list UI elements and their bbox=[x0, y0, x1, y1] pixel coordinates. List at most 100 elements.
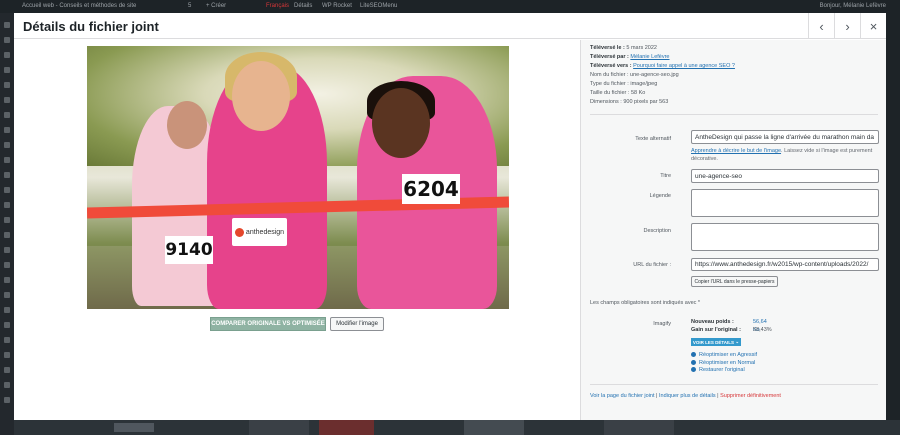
optimize-icon bbox=[691, 359, 696, 365]
bg-thumb bbox=[604, 420, 674, 435]
menu-icon[interactable] bbox=[4, 337, 10, 343]
menu-icon[interactable] bbox=[4, 217, 10, 223]
file-details: Téléversé le : 5 mars 2022 Téléversé par… bbox=[590, 44, 735, 107]
admin-lang-link[interactable]: Français bbox=[266, 3, 289, 9]
menu-icon[interactable] bbox=[4, 52, 10, 58]
menu-icon[interactable] bbox=[4, 397, 10, 403]
menu-icon[interactable] bbox=[4, 22, 10, 28]
alt-text-input[interactable]: AntheDesign qui passe la ligne d'arrivée… bbox=[691, 130, 879, 144]
admin-lm-link[interactable]: LiteSEOMenu bbox=[360, 3, 397, 9]
logo-text: anthedesign bbox=[245, 228, 285, 236]
close-button[interactable]: × bbox=[860, 13, 886, 39]
attachment-details-modal: Détails du fichier joint ‹ › × 9140 6204… bbox=[14, 13, 886, 420]
new-weight-row: Nouveau poids :56,64 Ko bbox=[691, 319, 767, 333]
bg-thumb bbox=[464, 420, 524, 435]
menu-icon[interactable] bbox=[4, 352, 10, 358]
modal-header: Détails du fichier joint ‹ › × bbox=[14, 13, 886, 39]
bg-thumb bbox=[249, 420, 309, 435]
attachment-actions: Voir la page du fichier joint | Indiquer… bbox=[590, 393, 781, 399]
next-button[interactable]: › bbox=[834, 13, 860, 39]
file-url-label: URL du fichier : bbox=[633, 262, 671, 268]
admin-details-link[interactable]: Détails bbox=[294, 3, 312, 9]
caption-label: Légende bbox=[649, 193, 671, 199]
copy-url-button[interactable]: Copier l'URL dans le presse-papiers bbox=[691, 276, 778, 287]
menu-icon[interactable] bbox=[4, 202, 10, 208]
view-details-button[interactable]: VOIR LES DÉTAILS ⌄ bbox=[691, 338, 741, 346]
background-media-grid bbox=[14, 420, 900, 435]
menu-icon[interactable] bbox=[4, 172, 10, 178]
comments-count[interactable]: 5 bbox=[188, 3, 191, 9]
link-separator: | bbox=[656, 393, 658, 399]
menu-icon[interactable] bbox=[4, 307, 10, 313]
modal-title: Détails du fichier joint bbox=[23, 19, 159, 34]
attachment-image: 9140 6204 anthedesign bbox=[87, 46, 509, 309]
menu-icon[interactable] bbox=[4, 37, 10, 43]
description-label: Description bbox=[643, 228, 671, 234]
file-url-input[interactable]: https://www.anthedesign.fr/w2015/wp-cont… bbox=[691, 258, 879, 271]
admin-new-link[interactable]: + Créer bbox=[206, 3, 226, 9]
previous-button[interactable]: ‹ bbox=[808, 13, 834, 39]
divider bbox=[590, 384, 878, 385]
gain-row: Gain sur l'original :58,43% bbox=[691, 327, 772, 333]
gain-value: 58,43% bbox=[753, 327, 772, 333]
menu-icon[interactable] bbox=[4, 232, 10, 238]
admin-site-link[interactable]: Accueil web - Conseils et méthodes de si… bbox=[22, 3, 136, 9]
restore-icon bbox=[691, 367, 696, 373]
menu-icon[interactable] bbox=[4, 67, 10, 73]
filesize-row: Taille du fichier : 58 Ko bbox=[590, 90, 646, 96]
title-input[interactable]: une-agence-seo bbox=[691, 169, 879, 183]
more-details-link[interactable]: Indiquer plus de détails bbox=[659, 393, 716, 399]
uploaded-by-row: Téléversé par : Mélanie Lefèvre bbox=[590, 54, 670, 60]
chevron-right-icon: › bbox=[845, 18, 850, 34]
divider bbox=[590, 114, 878, 115]
menu-icon[interactable] bbox=[4, 82, 10, 88]
chevron-left-icon: ‹ bbox=[819, 18, 824, 34]
caption-textarea[interactable] bbox=[691, 189, 879, 217]
imagify-stats: Nouveau poids :56,64 Ko Gain sur l'origi… bbox=[691, 318, 772, 334]
uploaded-on-row: Téléversé le : 5 mars 2022 bbox=[590, 45, 657, 51]
uploaded-by-link[interactable]: Mélanie Lefèvre bbox=[630, 54, 669, 60]
filename-row: Nom du fichier : une-agence-seo.jpg bbox=[590, 72, 679, 78]
reoptimize-normal-link[interactable]: Réoptimiser en Normal bbox=[691, 360, 757, 368]
compare-button[interactable]: COMPARER ORIGINALE VS OPTIMISÉE bbox=[210, 317, 326, 331]
dimensions-row: Dimensions : 900 pixels par 563 bbox=[590, 99, 669, 105]
admin-bar: Accueil web - Conseils et méthodes de si… bbox=[0, 0, 900, 13]
required-fields-note: Les champs obligatoires sont indiqués av… bbox=[590, 300, 701, 306]
menu-icon[interactable] bbox=[4, 382, 10, 388]
menu-icon[interactable] bbox=[4, 367, 10, 373]
attachment-info-sidebar: Téléversé le : 5 mars 2022 Téléversé par… bbox=[580, 40, 886, 420]
link-separator: | bbox=[717, 393, 719, 399]
description-textarea[interactable] bbox=[691, 223, 879, 251]
edit-image-button[interactable]: Modifier l'image bbox=[330, 317, 384, 331]
uploaded-to-link[interactable]: Pourquoi faire appel à une agence SEO ? bbox=[633, 63, 735, 69]
filetype-row: Type du fichier : image/jpeg bbox=[590, 81, 658, 87]
menu-icon[interactable] bbox=[4, 157, 10, 163]
admin-user-greeting[interactable]: Bonjour, Mélanie Lefèvre bbox=[820, 3, 886, 9]
view-attachment-page-link[interactable]: Voir la page du fichier joint bbox=[590, 393, 655, 399]
anthedesign-logo: anthedesign bbox=[232, 218, 287, 246]
menu-icon[interactable] bbox=[4, 97, 10, 103]
close-icon: × bbox=[869, 18, 878, 34]
menu-icon[interactable] bbox=[4, 322, 10, 328]
menu-icon[interactable] bbox=[4, 127, 10, 133]
alt-text-help: Apprendre à décrire le but de l'image. L… bbox=[691, 148, 873, 162]
restore-original-link[interactable]: Restaurer l'original bbox=[691, 367, 757, 375]
imagify-label: Imagify bbox=[653, 321, 671, 327]
admin-wprocket-link[interactable]: WP Rocket bbox=[322, 3, 352, 9]
runner-center-head bbox=[232, 61, 290, 131]
alt-text-label: Texte alternatif bbox=[635, 136, 671, 142]
menu-icon[interactable] bbox=[4, 277, 10, 283]
delete-permanently-link[interactable]: Supprimer définitivement bbox=[720, 393, 781, 399]
admin-left-menu bbox=[0, 13, 14, 435]
menu-icon[interactable] bbox=[4, 262, 10, 268]
menu-icon[interactable] bbox=[4, 247, 10, 253]
optimize-icon bbox=[691, 352, 696, 358]
menu-icon[interactable] bbox=[4, 142, 10, 148]
menu-icon[interactable] bbox=[4, 112, 10, 118]
reoptimize-aggressive-link[interactable]: Réoptimiser en Agressif bbox=[691, 352, 757, 360]
uploaded-to-row: Téléversé vers : Pourquoi faire appel à … bbox=[590, 63, 735, 69]
alt-help-link[interactable]: Apprendre à décrire le but de l'image bbox=[691, 148, 781, 154]
menu-icon[interactable] bbox=[4, 292, 10, 298]
logo-mark-icon bbox=[234, 227, 244, 237]
menu-icon[interactable] bbox=[4, 187, 10, 193]
